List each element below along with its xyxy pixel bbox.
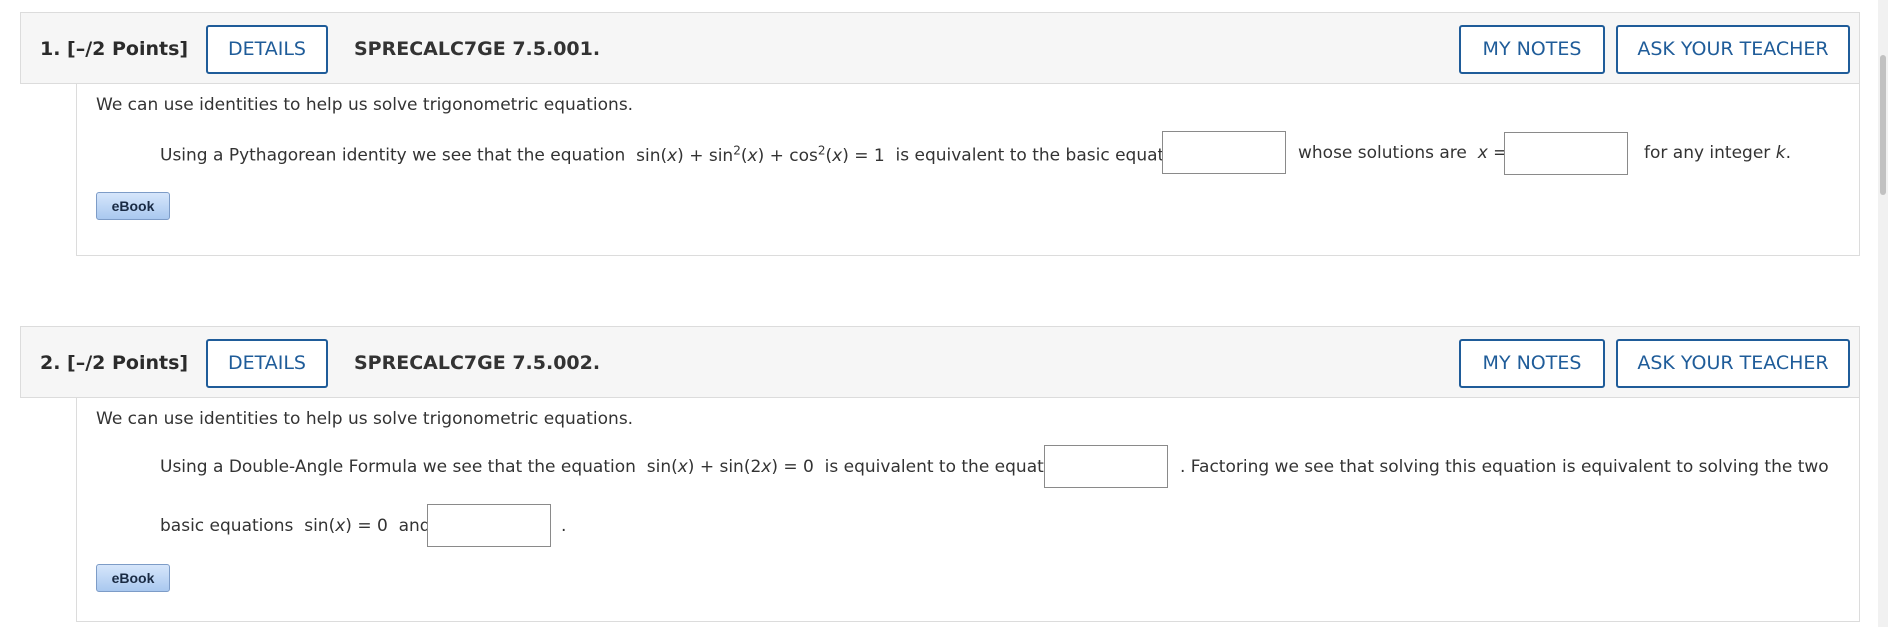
eq-part: sin(	[636, 145, 668, 166]
equation: sin(x) + sin(2x) = 0	[647, 457, 814, 477]
equation: sin(x) = 0	[304, 516, 388, 536]
question-title: 1. [–/2 Points]	[40, 38, 189, 60]
my-notes-button[interactable]: MY NOTES	[1459, 339, 1605, 388]
question-prompt-end: .	[561, 516, 566, 536]
eq-part: (	[740, 145, 748, 166]
eq-variable: x	[747, 145, 758, 166]
prompt-text: and	[398, 516, 431, 536]
eq-part: ) = 1	[842, 145, 885, 166]
answer-input-basic-equation[interactable]	[1162, 131, 1286, 174]
question-1: 1. [–/2 Points] DETAILS SPRECALC7GE 7.5.…	[0, 12, 1888, 257]
prompt-text: is equivalent to the basic equation	[895, 145, 1191, 166]
ebook-button[interactable]: eBook	[96, 564, 170, 592]
answer-input-solutions[interactable]	[1504, 132, 1628, 175]
ebook-button[interactable]: eBook	[96, 192, 170, 220]
question-intro: We can use identities to help us solve t…	[96, 95, 634, 115]
prompt-text: whose solutions are	[1298, 143, 1467, 163]
question-prompt: Using a Pythagorean identity we see that…	[160, 143, 1190, 166]
question-header: 1. [–/2 Points] DETAILS SPRECALC7GE 7.5.…	[20, 12, 1860, 84]
prompt-text: Using a Pythagorean identity we see that…	[160, 145, 626, 166]
eq-variable: x	[677, 457, 688, 477]
eq-part: sin(	[304, 516, 336, 536]
prompt-text: for any integer	[1644, 143, 1771, 163]
prompt-text: is equivalent to the equation	[824, 457, 1070, 477]
eq-variable: x	[667, 145, 678, 166]
eq-variable: k	[1775, 143, 1786, 163]
eq-variable: x	[761, 457, 772, 477]
question-2: 2. [–/2 Points] DETAILS SPRECALC7GE 7.5.…	[0, 326, 1888, 627]
question-body: We can use identities to help us solve t…	[76, 398, 1860, 622]
eq-part: .	[1785, 143, 1791, 163]
eq-exponent: 2	[817, 143, 826, 157]
question-prompt-end: for any integer k.	[1644, 143, 1791, 163]
question-prompt-cont: whose solutions are x =	[1298, 143, 1507, 163]
question-body: We can use identities to help us solve t…	[76, 84, 1860, 256]
eq-part: ) = 0	[771, 457, 814, 477]
eq-part: ) = 0	[345, 516, 388, 536]
question-prompt-line2: basic equations sin(x) = 0 and	[160, 516, 431, 536]
scrollbar-thumb[interactable]	[1880, 55, 1886, 195]
prompt-text: . Factoring we see that solving this equ…	[1180, 457, 1829, 477]
prompt-text: basic equations	[160, 516, 294, 536]
vertical-scrollbar[interactable]	[1878, 0, 1888, 627]
prompt-text: Using a Double-Angle Formula we see that…	[160, 457, 636, 477]
details-button[interactable]: DETAILS	[206, 339, 328, 388]
answer-input-second-equation[interactable]	[427, 504, 551, 547]
eq-variable: x	[1477, 143, 1488, 163]
question-prompt-cont: . Factoring we see that solving this equ…	[1180, 457, 1829, 477]
ask-your-teacher-button[interactable]: ASK YOUR TEACHER	[1616, 25, 1850, 74]
question-header: 2. [–/2 Points] DETAILS SPRECALC7GE 7.5.…	[20, 326, 1860, 398]
eq-variable: x	[832, 145, 843, 166]
question-prompt: Using a Double-Angle Formula we see that…	[160, 457, 1070, 477]
eq-part: ) + sin	[677, 145, 734, 166]
question-title: 2. [–/2 Points]	[40, 352, 189, 374]
eq-part: ) + cos	[757, 145, 818, 166]
my-notes-button[interactable]: MY NOTES	[1459, 25, 1605, 74]
question-intro: We can use identities to help us solve t…	[96, 409, 634, 429]
eq-variable: x	[335, 516, 346, 536]
eq-part: sin(	[646, 457, 678, 477]
equation: sin(x) + sin2(x) + cos2(x) = 1	[636, 143, 885, 166]
answer-input-equation[interactable]	[1044, 445, 1168, 488]
question-code: SPRECALC7GE 7.5.002.	[354, 352, 601, 374]
question-code: SPRECALC7GE 7.5.001.	[354, 38, 601, 60]
eq-part: ) + sin(2	[687, 457, 762, 477]
details-button[interactable]: DETAILS	[206, 25, 328, 74]
prompt-text: .	[561, 516, 567, 536]
ask-your-teacher-button[interactable]: ASK YOUR TEACHER	[1616, 339, 1850, 388]
eq-exponent: 2	[733, 143, 741, 157]
